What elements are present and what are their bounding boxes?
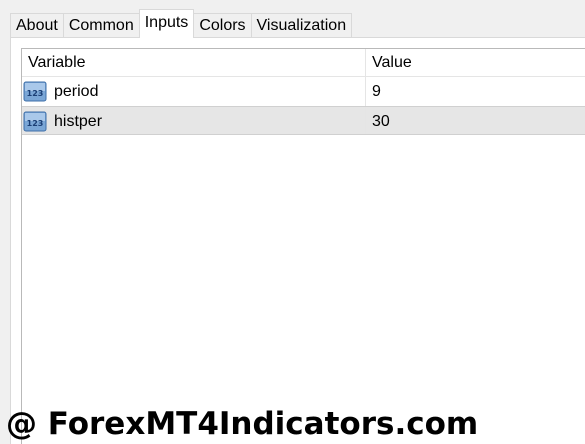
variable-name: histper <box>54 113 103 130</box>
cell-divider <box>365 77 366 106</box>
tab-inputs[interactable]: Inputs <box>138 9 195 38</box>
integer-type-icon: 123 <box>23 81 47 102</box>
svg-text:123: 123 <box>27 89 44 98</box>
tab-visualization[interactable]: Visualization <box>250 13 353 38</box>
tab-strip: About Common Inputs Colors Visualization <box>10 9 353 38</box>
tab-common[interactable]: Common <box>62 13 140 38</box>
variable-value[interactable]: 9 <box>372 77 381 106</box>
watermark-text: @ ForexMT4Indicators.com <box>6 406 479 442</box>
indicator-properties-dialog: About Common Inputs Colors Visualization… <box>0 0 585 444</box>
variable-value[interactable]: 30 <box>372 107 390 136</box>
inputs-table: Variable Value 123 period 9 123 histper … <box>21 48 585 444</box>
column-header-value[interactable]: Value <box>372 49 412 76</box>
column-header-variable[interactable]: Variable <box>28 49 86 76</box>
variable-name: period <box>54 83 99 100</box>
table-row[interactable]: 123 histper 30 <box>22 106 585 135</box>
tab-about[interactable]: About <box>10 13 64 38</box>
cell-divider <box>365 107 366 134</box>
table-row[interactable]: 123 period 9 <box>22 77 585 106</box>
inputs-tab-panel: Variable Value 123 period 9 123 histper … <box>10 37 585 444</box>
tab-colors[interactable]: Colors <box>193 13 252 38</box>
table-header: Variable Value <box>22 49 585 77</box>
integer-type-icon: 123 <box>23 111 47 132</box>
svg-text:123: 123 <box>27 119 44 128</box>
column-divider[interactable] <box>365 49 366 76</box>
